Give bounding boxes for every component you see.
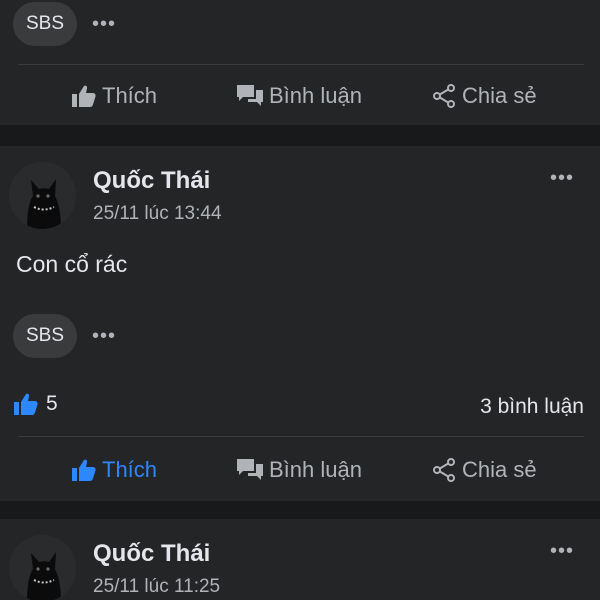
- comment-bubble-icon: [237, 459, 263, 480]
- more-options-icon[interactable]: •••: [92, 14, 116, 34]
- post-card: Quốc Thái 25/11 lúc 13:44 ••• Con cổ rác…: [0, 146, 600, 501]
- like-button[interactable]: Thích: [72, 450, 157, 490]
- comment-count[interactable]: 3 bình luận: [480, 392, 584, 422]
- comment-label: Bình luận: [269, 457, 362, 482]
- like-button[interactable]: Thích: [72, 76, 157, 116]
- author-name[interactable]: Quốc Thái: [93, 540, 210, 568]
- avatar[interactable]: [9, 535, 76, 600]
- reactions-bar: 5 3 bình luận: [0, 392, 600, 422]
- like-label: Thích: [102, 457, 158, 482]
- post-card-top: SBS ••• Thích Bình luận Chia sẻ: [0, 0, 600, 125]
- thumbs-up-icon: [72, 459, 96, 481]
- like-count: 5: [46, 392, 58, 415]
- black-cat-avatar: [9, 535, 76, 600]
- post-timestamp[interactable]: 25/11 lúc 11:25: [93, 576, 220, 598]
- page-chip[interactable]: SBS: [13, 314, 77, 358]
- author-name[interactable]: Quốc Thái: [93, 167, 210, 195]
- more-options-icon[interactable]: •••: [550, 168, 574, 188]
- comment-bubble-icon: [237, 85, 263, 106]
- thumbs-up-icon: [72, 85, 96, 107]
- like-count-group[interactable]: 5: [14, 392, 58, 416]
- post-text: Con cổ rác: [16, 251, 128, 277]
- more-options-icon[interactable]: •••: [92, 326, 116, 346]
- divider: [18, 64, 584, 65]
- thumbs-up-icon: [14, 393, 38, 415]
- black-cat-avatar: [9, 162, 76, 229]
- comment-label: Bình luận: [269, 83, 362, 108]
- more-options-icon[interactable]: •••: [550, 541, 574, 561]
- post-actions: Thích Bình luận Chia sẻ: [0, 76, 600, 116]
- post-card-bottom: Quốc Thái 25/11 lúc 11:25 •••: [0, 519, 600, 600]
- share-button[interactable]: Chia sẻ: [432, 450, 537, 490]
- like-label: Thích: [102, 83, 158, 108]
- comment-button[interactable]: Bình luận: [237, 76, 362, 116]
- divider: [18, 436, 584, 437]
- post-timestamp[interactable]: 25/11 lúc 13:44: [93, 203, 222, 225]
- post-actions: Thích Bình luận Chia sẻ: [0, 450, 600, 490]
- share-label: Chia sẻ: [462, 457, 537, 482]
- share-icon: [433, 84, 455, 108]
- share-icon: [433, 458, 455, 482]
- share-label: Chia sẻ: [462, 83, 537, 108]
- share-button[interactable]: Chia sẻ: [432, 76, 537, 116]
- comment-button[interactable]: Bình luận: [237, 450, 362, 490]
- page-chip[interactable]: SBS: [13, 2, 77, 46]
- avatar[interactable]: [9, 162, 76, 229]
